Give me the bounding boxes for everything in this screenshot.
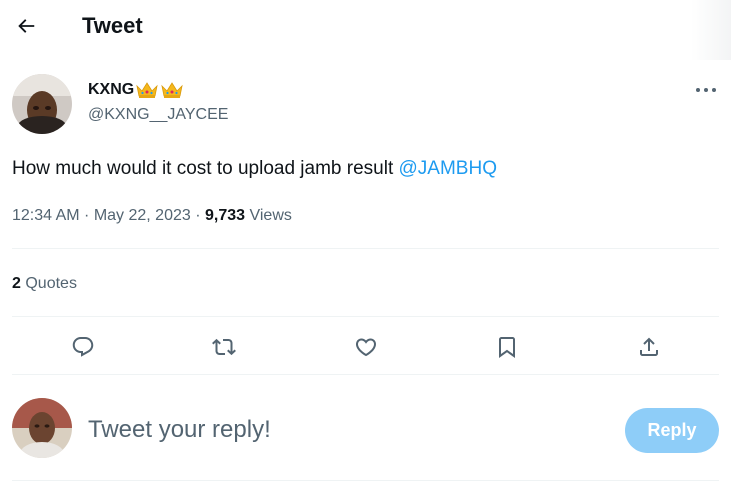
reply-icon: [72, 337, 94, 357]
views-label: Views: [245, 207, 292, 224]
retweet-icon: [212, 338, 236, 356]
quotes-label: Quotes: [20, 275, 77, 292]
page-title: Tweet: [82, 13, 143, 38]
like-icon: [355, 338, 377, 357]
reply-submit-button[interactable]: Reply: [625, 408, 719, 453]
tweet-meta: 12:34 AM · May 22, 2023 · 9,733 Views: [12, 206, 292, 226]
more-dots-icon: [696, 88, 716, 92]
reply-input[interactable]: Tweet your reply!: [88, 414, 271, 446]
share-icon: [640, 337, 658, 356]
crown-icon: [136, 82, 158, 98]
crown-icon: [161, 82, 183, 98]
author-avatar[interactable]: [12, 74, 72, 134]
bookmark-icon: [499, 337, 515, 358]
quotes-link[interactable]: 2 Quotes: [12, 274, 77, 294]
divider: [12, 248, 719, 249]
divider: [12, 316, 719, 317]
back-button[interactable]: [8, 8, 44, 44]
share-button[interactable]: [632, 330, 666, 364]
bookmark-button[interactable]: [490, 330, 524, 364]
tweet-text: How much would it cost to upload jamb re…: [12, 156, 497, 182]
back-arrow-icon: [18, 19, 35, 33]
tweet-timestamp[interactable]: 12:34 AM · May 22, 2023 ·: [12, 207, 205, 224]
quotes-count: 2: [12, 275, 21, 292]
author-display-name[interactable]: KXNG: [88, 80, 184, 100]
top-bar: Tweet: [0, 0, 731, 60]
user-avatar[interactable]: [12, 398, 72, 458]
tweet-body: How much would it cost to upload jamb re…: [12, 158, 399, 179]
views-count: 9,733: [205, 207, 246, 224]
like-button[interactable]: [349, 330, 383, 364]
divider: [12, 374, 719, 375]
more-options-button[interactable]: [688, 78, 724, 102]
retweet-button[interactable]: [207, 330, 241, 364]
author-handle[interactable]: @KXNG__JAYCEE: [88, 106, 228, 124]
reply-button[interactable]: [66, 330, 100, 364]
divider: [12, 480, 719, 481]
mention-link[interactable]: @JAMBHQ: [399, 158, 497, 179]
author-name-text: KXNG: [88, 81, 135, 98]
